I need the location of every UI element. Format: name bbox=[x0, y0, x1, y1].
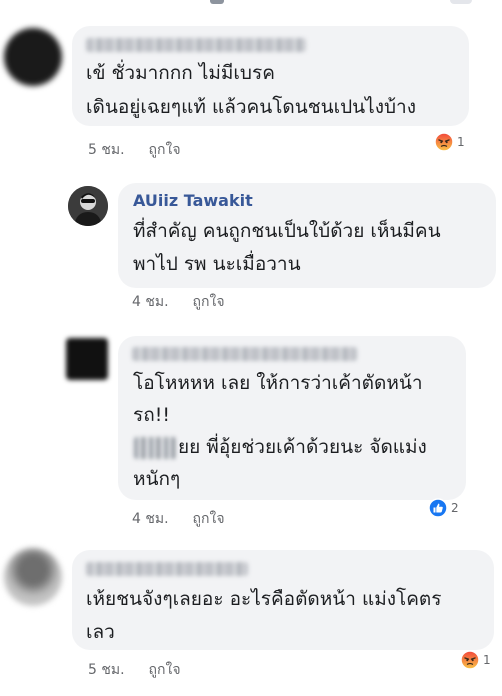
comment-time[interactable]: 4 ชม. bbox=[132, 511, 169, 527]
comment-text-line: ที่สำคัญ คนถูกชนเป็นใบ้ด้วย เห็นมีคน bbox=[133, 220, 441, 242]
reaction-summary[interactable]: 1 bbox=[460, 650, 491, 670]
like-button[interactable]: ถูกใจ bbox=[149, 662, 181, 678]
avatar-blurred[interactable] bbox=[4, 28, 62, 86]
comment-text-line: เข้ ชั่วมากกก ไม่มีเบรค bbox=[86, 62, 275, 84]
reaction-count: 2 bbox=[451, 501, 459, 515]
comment-text-line: เลว bbox=[86, 621, 115, 643]
author-name-blurred[interactable] bbox=[132, 347, 357, 361]
reaction-count: 1 bbox=[483, 653, 491, 667]
reaction-summary[interactable]: 2 bbox=[428, 498, 459, 518]
comment-text-line: ยย พี่อุ้ยช่วยเค้าด้วยนะ จัดแม่ง bbox=[178, 436, 427, 458]
avatar-blurred[interactable] bbox=[66, 338, 108, 380]
reaction-count: 1 bbox=[457, 135, 465, 149]
censored-mention-blur bbox=[134, 437, 176, 459]
comment-meta: 4 ชม. ถูกใจ bbox=[132, 291, 225, 313]
comment-time[interactable]: 4 ชม. bbox=[132, 294, 169, 310]
author-name[interactable]: AUiiz Tawakit bbox=[133, 191, 253, 210]
comment-text-line: เดินอยู่เฉยๆแท้ แล้วคนโดนชนเปนไงบ้าง bbox=[86, 96, 417, 118]
like-button[interactable]: ถูกใจ bbox=[149, 142, 181, 158]
author-name-blurred[interactable] bbox=[86, 562, 248, 576]
like-reaction-icon bbox=[428, 498, 448, 518]
comment-meta: 4 ชม. ถูกใจ bbox=[132, 508, 225, 530]
angry-reaction-icon bbox=[434, 132, 454, 152]
avatar-blurred[interactable] bbox=[4, 548, 62, 606]
comment-text-line: รถ!! bbox=[133, 404, 170, 426]
reaction-summary[interactable]: 1 bbox=[434, 132, 465, 152]
top-cutoff-fragment bbox=[210, 0, 224, 4]
author-name-blurred[interactable] bbox=[86, 38, 306, 52]
comment-text-line: พาไป รพ นะเมื่อวาน bbox=[133, 253, 301, 275]
like-button[interactable]: ถูกใจ bbox=[193, 511, 225, 527]
angry-reaction-icon bbox=[460, 650, 480, 670]
comment-time[interactable]: 5 ชม. bbox=[88, 662, 125, 678]
comment-meta: 5 ชม. ถูกใจ bbox=[88, 659, 181, 681]
comment-meta: 5 ชม. ถูกใจ bbox=[88, 139, 181, 161]
profile-photo-icon bbox=[68, 186, 108, 226]
like-button[interactable]: ถูกใจ bbox=[193, 294, 225, 310]
top-cutoff-reaction bbox=[450, 0, 472, 4]
avatar[interactable] bbox=[68, 186, 108, 226]
comment-text-line: หนักๆ bbox=[133, 468, 181, 490]
comment-text-line: โอโหหหห เลย ให้การว่าเค้าตัดหน้า bbox=[133, 372, 423, 394]
comment-time[interactable]: 5 ชม. bbox=[88, 142, 125, 158]
comment-text-line: เห้ยชนจังๆเลยอะ อะไรคือตัดหน้า แม่งโคตร bbox=[86, 588, 442, 610]
